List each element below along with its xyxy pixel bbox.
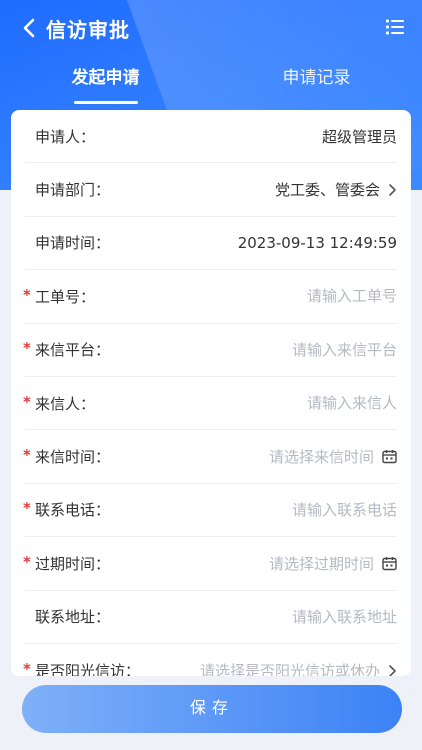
sunshine-select[interactable]: 请选择是否阳光信访或休办 — [200, 660, 397, 676]
ticket-no-input[interactable] — [197, 287, 397, 306]
letter-time-label: 来信时间： — [35, 448, 111, 467]
top-bar: 信访审批 — [0, 0, 422, 56]
form-row-applicant: 申请人： 超级管理员 — [25, 110, 397, 164]
phone-input[interactable] — [197, 500, 397, 519]
form-row-apply-time: 申请时间： 2023-09-13 12:49:59 — [25, 217, 397, 271]
department-label: 申请部门： — [35, 181, 111, 200]
required-mark: * — [23, 285, 31, 304]
form-row-phone: * 联系电话： — [23, 484, 397, 538]
applicant-label: 申请人： — [35, 127, 96, 146]
form-row-letter-time[interactable]: * 来信时间： 请选择来信时间 — [23, 430, 397, 484]
required-mark: * — [23, 499, 31, 518]
letter-time-picker[interactable]: 请选择来信时间 — [269, 446, 397, 467]
required-mark: * — [23, 446, 31, 465]
required-mark: * — [23, 339, 31, 358]
letter-time-placeholder: 请选择来信时间 — [268, 448, 374, 467]
chevron-right-icon — [388, 183, 397, 197]
expire-time-picker[interactable]: 请选择过期时间 — [269, 553, 397, 574]
expire-time-placeholder: 请选择过期时间 — [268, 554, 374, 573]
list-menu-icon[interactable] — [384, 16, 406, 38]
department-value: 党工委、管委会 — [274, 181, 380, 200]
sunshine-placeholder: 请选择是否阳光信访或休办 — [199, 662, 380, 676]
sender-label: 来信人： — [35, 394, 96, 413]
form-row-sender: * 来信人： — [23, 377, 397, 431]
back-icon[interactable] — [18, 17, 40, 39]
department-select[interactable]: 党工委、管委会 — [275, 179, 397, 200]
chevron-right-icon — [388, 664, 397, 676]
expire-time-label: 过期时间： — [35, 554, 111, 573]
save-button[interactable]: 保存 — [22, 685, 402, 733]
form-row-platform: * 来信平台： — [23, 324, 397, 377]
tab-bar: 发起申请 申请记录 — [0, 60, 422, 104]
required-mark: * — [23, 660, 31, 676]
applicant-value: 超级管理员 — [321, 127, 397, 146]
sunshine-label: 是否阳光信访： — [35, 662, 141, 676]
application-form: 申请人： 超级管理员 申请部门： 党工委、管委会 申请时间： 2023-09-1… — [11, 110, 411, 676]
form-row-department[interactable]: 申请部门： 党工委、管委会 — [25, 163, 397, 217]
page-title: 信访审批 — [46, 17, 130, 42]
address-label: 联系地址： — [35, 608, 111, 627]
platform-input[interactable] — [197, 340, 397, 359]
form-row-expire-time[interactable]: * 过期时间： 请选择过期时间 — [23, 537, 397, 591]
calendar-icon — [382, 556, 397, 571]
tab-submit-application[interactable]: 发起申请 — [0, 60, 211, 104]
platform-label: 来信平台： — [35, 341, 111, 360]
form-row-address: 联系地址： — [25, 591, 397, 644]
required-mark: * — [23, 552, 31, 571]
tab-application-records[interactable]: 申请记录 — [211, 60, 422, 104]
phone-label: 联系电话： — [35, 501, 111, 520]
sender-input[interactable] — [197, 394, 397, 413]
form-row-ticket-no: * 工单号： — [23, 270, 397, 324]
form-row-sunshine[interactable]: * 是否阳光信访： 请选择是否阳光信访或休办 — [23, 644, 397, 676]
address-input[interactable] — [197, 607, 397, 626]
required-mark: * — [23, 392, 31, 411]
apply-time-label: 申请时间： — [35, 234, 111, 253]
ticket-no-label: 工单号： — [35, 287, 96, 306]
apply-time-value: 2023-09-13 12:49:59 — [237, 233, 397, 252]
calendar-icon — [382, 449, 397, 464]
